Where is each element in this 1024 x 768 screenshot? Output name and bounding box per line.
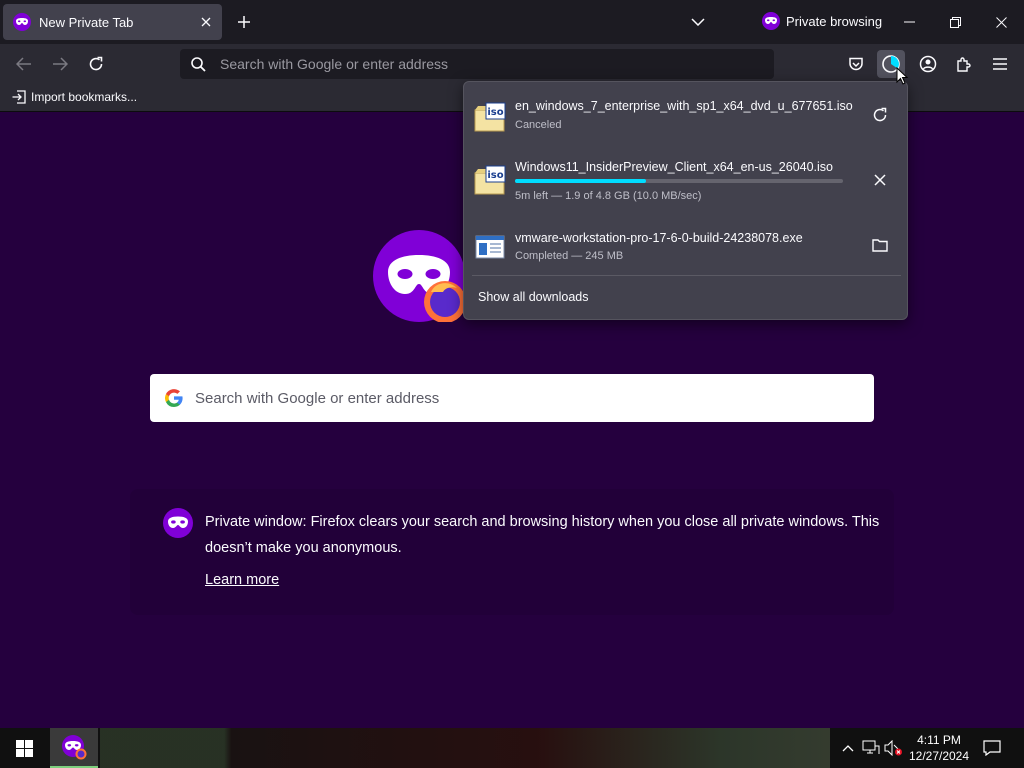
iso-file-icon: iso [474, 102, 506, 132]
close-tab-icon[interactable] [198, 14, 214, 30]
firefox-private-icon [62, 735, 87, 760]
show-hidden-icons-chevron-icon[interactable] [838, 738, 858, 758]
private-window-info-card: Private window: Firefox clears your sear… [130, 489, 894, 615]
private-mask-icon [163, 508, 193, 538]
private-window-message: Private window: Firefox clears your sear… [205, 514, 880, 556]
private-mask-icon [762, 12, 780, 30]
tab-new-private-tab[interactable]: New Private Tab [3, 4, 222, 40]
url-bar-placeholder: Search with Google or enter address [220, 56, 449, 72]
cancel-icon[interactable] [868, 168, 892, 192]
svg-text:iso: iso [487, 170, 503, 181]
download-status: Completed — 245 MB [515, 250, 624, 262]
close-window-button[interactable] [978, 6, 1024, 38]
action-center-icon[interactable] [980, 736, 1004, 760]
google-g-icon [165, 389, 183, 407]
minimize-button[interactable] [886, 6, 932, 38]
extensions-button[interactable] [950, 50, 978, 78]
private-mask-icon [13, 13, 31, 31]
mouse-cursor-icon [896, 67, 908, 85]
navigation-toolbar: Search with Google or enter address [0, 44, 1024, 84]
network-icon[interactable] [861, 738, 881, 758]
pocket-button[interactable] [842, 50, 870, 78]
import-bookmarks-label: Import bookmarks... [31, 90, 138, 104]
search-icon [191, 56, 206, 72]
download-progress-bar [515, 179, 843, 183]
learn-more-link[interactable]: Learn more [205, 572, 279, 588]
download-status: Canceled [515, 119, 562, 131]
reload-button[interactable] [82, 50, 110, 78]
firefox-private-logo-icon [373, 230, 465, 322]
content-search-box[interactable]: Search with Google or enter address [150, 374, 874, 422]
download-item[interactable]: vmware-workstation-pro-17-6-0-build-2423… [464, 217, 907, 277]
taskbar-firefox-private-button[interactable] [50, 728, 98, 768]
tab-title: New Private Tab [39, 14, 134, 30]
taskbar-background [100, 728, 830, 768]
downloads-divider [472, 275, 901, 276]
volume-muted-icon[interactable] [884, 738, 904, 758]
new-tab-button[interactable] [232, 10, 256, 34]
windows-taskbar: 4:11 PM 12/27/2024 [0, 728, 1024, 768]
clock-date: 12/27/2024 [908, 749, 970, 763]
account-button[interactable] [914, 50, 942, 78]
folder-icon[interactable] [868, 233, 892, 257]
list-all-tabs-chevron-icon[interactable] [686, 10, 710, 34]
downloads-panel: iso en_windows_7_enterprise_with_sp1_x64… [463, 81, 908, 320]
import-bookmarks-button[interactable]: Import bookmarks... [12, 90, 137, 104]
windows-logo-icon [15, 739, 33, 757]
svg-text:iso: iso [487, 107, 503, 118]
content-search-placeholder: Search with Google or enter address [195, 389, 440, 407]
app-menu-button[interactable] [986, 50, 1014, 78]
exe-file-icon [475, 235, 505, 259]
private-browsing-label: Private browsing [786, 13, 883, 29]
start-button[interactable] [0, 728, 48, 768]
clock-time: 4:11 PM [917, 733, 961, 747]
private-browsing-indicator: Private browsing [762, 12, 882, 30]
iso-file-icon: iso [474, 165, 506, 195]
download-filename: en_windows_7_enterprise_with_sp1_x64_dvd… [515, 99, 853, 113]
download-item[interactable]: iso en_windows_7_enterprise_with_sp1_x64… [464, 87, 907, 147]
restore-button[interactable] [932, 6, 978, 38]
download-filename: Windows11_InsiderPreview_Client_x64_en-u… [515, 160, 834, 174]
download-progress-fill [515, 179, 647, 183]
show-all-downloads-button[interactable]: Show all downloads [478, 290, 589, 304]
taskbar-clock[interactable]: 4:11 PM 12/27/2024 [904, 732, 974, 764]
tab-strip: New Private Tab Private browsing [0, 0, 1024, 44]
download-filename: vmware-workstation-pro-17-6-0-build-2423… [515, 231, 803, 245]
url-bar[interactable]: Search with Google or enter address [180, 49, 774, 79]
retry-icon[interactable] [868, 103, 892, 127]
import-icon [12, 90, 26, 104]
forward-button[interactable] [46, 50, 74, 78]
download-status: 5m left — 1.9 of 4.8 GB (10.0 MB/sec) [515, 190, 702, 202]
back-button[interactable] [10, 50, 38, 78]
